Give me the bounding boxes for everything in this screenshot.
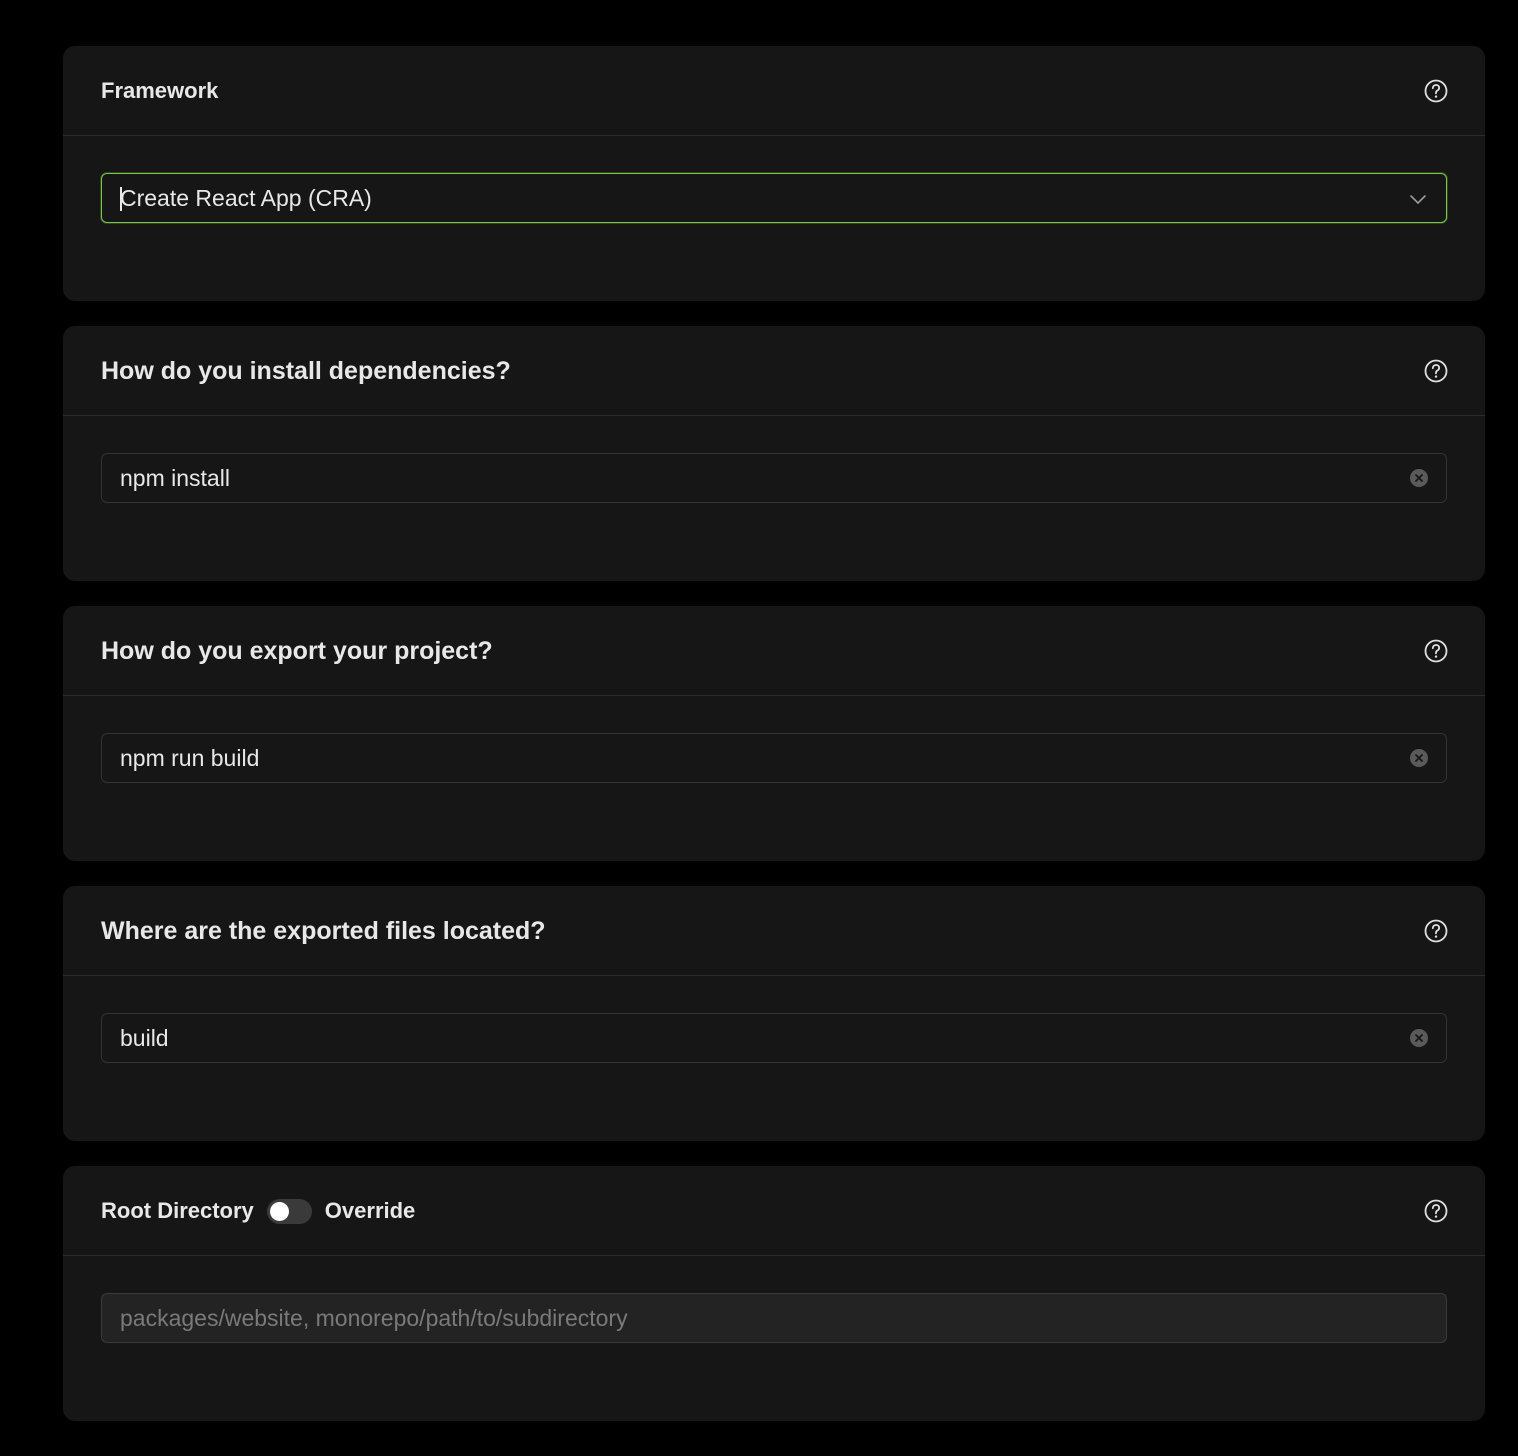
question-circle-icon[interactable] xyxy=(1424,1199,1448,1223)
framework-card: Framework Create React App (CRA) xyxy=(63,46,1485,301)
question-circle-icon[interactable] xyxy=(1424,639,1448,663)
chevron-down-icon[interactable] xyxy=(1408,189,1428,209)
root-directory-card-header: Root Directory Override xyxy=(63,1166,1485,1256)
question-circle-icon[interactable] xyxy=(1424,79,1448,103)
clear-circle-icon[interactable] xyxy=(1409,468,1429,488)
install-command-value: npm install xyxy=(120,465,230,491)
export-title: How do you export your project? xyxy=(101,637,493,665)
install-command-card: How do you install dependencies? npm ins… xyxy=(63,326,1485,581)
install-title: How do you install dependencies? xyxy=(101,357,511,385)
install-command-input[interactable]: npm install xyxy=(101,453,1447,503)
root-directory-placeholder: packages/website, monorepo/path/to/subdi… xyxy=(120,1305,628,1331)
output-card-header: Where are the exported files located? xyxy=(63,886,1485,976)
framework-select-value: Create React App (CRA) xyxy=(120,185,372,211)
install-card-header: How do you install dependencies? xyxy=(63,326,1485,416)
export-command-value: npm run build xyxy=(120,745,260,771)
framework-title: Framework xyxy=(101,78,219,103)
root-directory-card: Root Directory Override packages/website… xyxy=(63,1166,1485,1421)
clear-circle-icon[interactable] xyxy=(1409,748,1429,768)
output-directory-card: Where are the exported files located? bu… xyxy=(63,886,1485,1141)
override-toggle[interactable] xyxy=(266,1198,312,1224)
root-directory-title: Root Directory xyxy=(101,1198,254,1223)
override-toggle-knob xyxy=(269,1201,289,1221)
output-directory-value: build xyxy=(120,1025,169,1051)
output-title: Where are the exported files located? xyxy=(101,917,546,945)
build-settings-page: Framework Create React App (CRA) How do … xyxy=(0,0,1518,1456)
export-command-input[interactable]: npm run build xyxy=(101,733,1447,783)
root-directory-row: Root Directory Override xyxy=(101,1166,415,1256)
export-command-card: How do you export your project? npm run … xyxy=(63,606,1485,861)
question-circle-icon[interactable] xyxy=(1424,919,1448,943)
framework-card-header: Framework xyxy=(63,46,1485,136)
override-label: Override xyxy=(324,1198,416,1223)
root-directory-input[interactable]: packages/website, monorepo/path/to/subdi… xyxy=(101,1293,1447,1343)
export-card-header: How do you export your project? xyxy=(63,606,1485,696)
framework-select[interactable]: Create React App (CRA) xyxy=(101,173,1447,223)
output-directory-input[interactable]: build xyxy=(101,1013,1447,1063)
question-circle-icon[interactable] xyxy=(1424,359,1448,383)
clear-circle-icon[interactable] xyxy=(1409,1028,1429,1048)
